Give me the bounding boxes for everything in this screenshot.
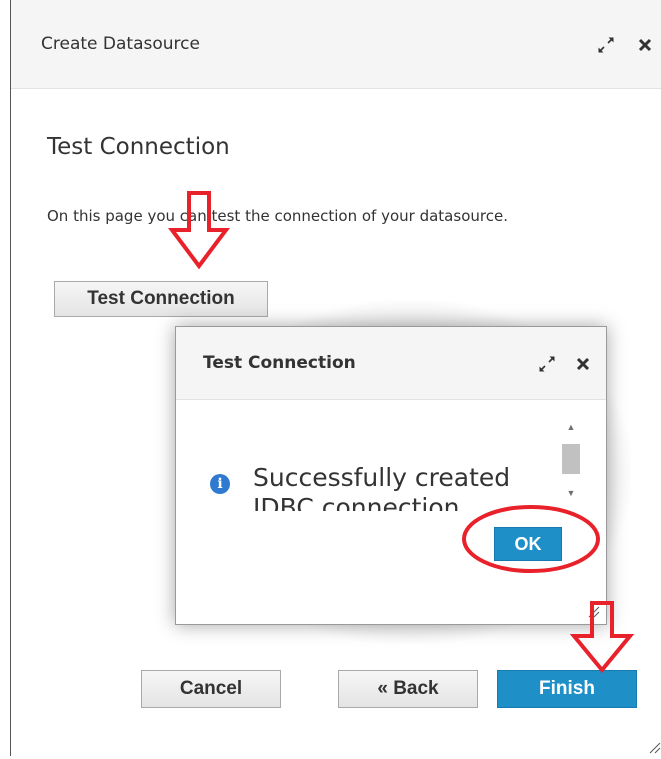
resize-grip-icon[interactable] [647,740,661,759]
cancel-button[interactable]: Cancel [141,670,281,708]
finish-button[interactable]: Finish [497,670,637,708]
message-scrollbar[interactable]: ▲ ▼ [561,420,581,504]
resize-grip-icon[interactable] [586,604,600,623]
create-datasource-dialog: Create Datasource Test Connection On thi… [10,0,661,756]
scroll-up-arrow-icon[interactable]: ▲ [561,420,581,434]
test-connection-modal: Test Connection i Successfully created J… [175,326,607,625]
back-button[interactable]: « Back [338,670,478,708]
page-heading: Test Connection [47,134,230,160]
maximize-icon[interactable] [536,353,558,375]
info-icon: i [210,474,230,494]
maximize-icon[interactable] [595,34,617,56]
scroll-down-arrow-icon[interactable]: ▼ [561,486,581,500]
dialog-title: Create Datasource [41,34,200,54]
success-message: Successfully created JDBC connection [253,463,511,511]
modal-header: Test Connection [176,327,606,400]
scroll-thumb[interactable] [562,444,580,474]
page-description: On this page you can test the connection… [47,207,508,225]
close-icon[interactable] [634,34,656,56]
dialog-header: Create Datasource [11,0,661,89]
close-icon[interactable] [572,353,594,375]
ok-button[interactable]: OK [494,527,562,561]
modal-title: Test Connection [203,353,356,373]
message-area: i Successfully created JDBC connection [206,457,556,511]
